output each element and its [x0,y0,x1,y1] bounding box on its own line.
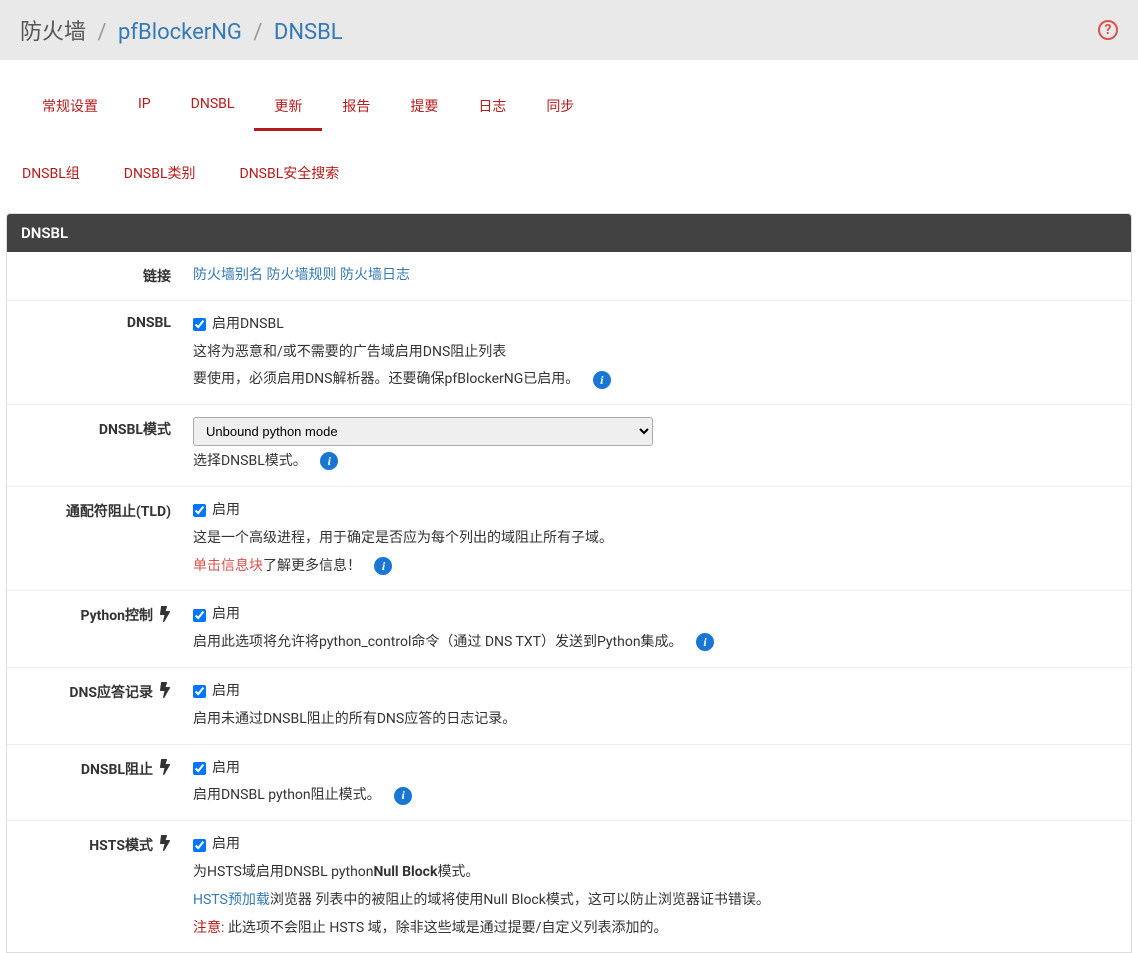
info-icon[interactable]: i [374,557,392,575]
tab-dnsbl[interactable]: DNSBL [171,84,255,131]
info-icon[interactable]: i [696,633,714,651]
bolt-icon [159,759,171,775]
row-tld: 通配符阻止(TLD) 启用 这是一个高级进程，用于确定是否应为每个列出的域阻止所… [7,487,1131,591]
bolt-icon [159,605,171,621]
row-dnsbl: DNSBL 启用DNSBL 这将为恶意和/或不需要的广告域启用DNS阻止列表 要… [7,301,1131,405]
help-dnsbl-block: 启用DNSBL python阻止模式。 i [193,784,1117,808]
label-links: 链接 [7,264,193,288]
tab-log[interactable]: 日志 [458,84,526,131]
help-hsts-note: 注意: 此选项不会阻止 HSTS 域，除非这些域是通过提要/自定义列表添加的。 [193,917,1117,941]
content-hsts: 启用 为HSTS域启用DNSBL pythonNull Block模式。 HST… [193,833,1117,940]
tab-general[interactable]: 常规设置 [22,84,118,131]
label-python: Python控制 [7,603,193,655]
subtab-dnsbl-group[interactable]: DNSBL组 [22,153,100,193]
help-dnsbl-2: 要使用，必须启用DNS解析器。还要确保pfBlockerNG已启用。 i [193,368,1117,392]
content-python: 启用 启用此选项将允许将python_control命令（通过 DNS TXT）… [193,603,1117,655]
note-label: 注意: [193,920,224,936]
label-hsts: HSTS模式 [7,833,193,940]
checkbox-tld-enable-label: 启用 [212,499,240,523]
tab-sync[interactable]: 同步 [526,84,594,131]
link-firewall-alias[interactable]: 防火墙别名 [193,267,263,283]
panel-header: DNSBL [7,214,1131,252]
help-python: 启用此选项将允许将python_control命令（通过 DNS TXT）发送到… [193,631,1117,655]
row-python: Python控制 启用 启用此选项将允许将python_control命令（通过… [7,591,1131,668]
label-mode: DNSBL模式 [7,417,193,474]
help-hsts-2: HSTS预加载浏览器 列表中的被阻止的域将使用Null Block模式，这可以防… [193,889,1117,913]
help-tld-2: 单击信息块了解更多信息！ i [193,555,1117,579]
checkbox-python-enable[interactable]: 启用 [193,603,1117,627]
checkbox-dnsbl-enable[interactable]: 启用DNSBL [193,313,1117,337]
breadcrumb: 防火墙 / pfBlockerNG / DNSBL [20,14,343,46]
label-tld: 通配符阻止(TLD) [7,499,193,578]
help-hsts-1: 为HSTS域启用DNSBL pythonNull Block模式。 [193,861,1117,885]
info-icon[interactable]: i [320,452,338,470]
help-dns-reply: 启用未通过DNSBL阻止的所有DNS应答的日志记录。 [193,708,1117,732]
row-hsts: HSTS模式 启用 为HSTS域启用DNSBL pythonNull Block… [7,821,1131,952]
checkbox-python-enable-input[interactable] [193,609,206,622]
subtab-dnsbl-safesearch[interactable]: DNSBL安全搜索 [240,153,360,193]
content-links: 防火墙别名 防火墙规则 防火墙日志 [193,264,1117,288]
breadcrumb-sep: / [97,20,106,45]
bolt-icon [159,835,171,851]
checkbox-dnsbl-block-enable-label: 启用 [212,757,240,781]
label-dnsbl-block: DNSBL阻止 [7,757,193,809]
help-icon[interactable]: ? [1098,20,1118,40]
link-firewall-log[interactable]: 防火墙日志 [340,267,410,283]
content-dns-reply: 启用 启用未通过DNSBL阻止的所有DNS应答的日志记录。 [193,680,1117,732]
checkbox-dnsbl-enable-input[interactable] [193,318,206,331]
checkbox-hsts-enable[interactable]: 启用 [193,833,1117,857]
select-dnsbl-mode[interactable]: Unbound python mode [193,417,653,446]
red-link-info: 单击信息块 [193,558,263,574]
info-icon[interactable]: i [394,787,412,805]
breadcrumb-link-pfblockerng[interactable]: pfBlockerNG [118,20,242,45]
checkbox-dns-reply-enable-label: 启用 [212,680,240,704]
checkbox-dns-reply-enable[interactable]: 启用 [193,680,1117,704]
row-links: 链接 防火墙别名 防火墙规则 防火墙日志 [7,252,1131,301]
tab-report[interactable]: 报告 [322,84,390,131]
breadcrumb-sep: / [253,20,262,45]
checkbox-tld-enable[interactable]: 启用 [193,499,1117,523]
link-hsts-preload[interactable]: HSTS预加载 [193,892,270,908]
breadcrumb-link-dnsbl[interactable]: DNSBL [274,20,343,45]
panel-body: 链接 防火墙别名 防火墙规则 防火墙日志 DNSBL 启用DNSBL 这将为恶意… [7,252,1131,952]
content-dnsbl-block: 启用 启用DNSBL python阻止模式。 i [193,757,1117,809]
breadcrumb-root: 防火墙 [20,20,86,45]
tab-update[interactable]: 更新 [254,84,322,131]
subtab-dnsbl-category[interactable]: DNSBL类别 [124,153,216,193]
row-dnsbl-block: DNSBL阻止 启用 启用DNSBL python阻止模式。 i [7,745,1131,822]
sub-tabs: DNSBL组 DNSBL类别 DNSBL安全搜索 [0,131,1138,213]
content-dnsbl: 启用DNSBL 这将为恶意和/或不需要的广告域启用DNS阻止列表 要使用，必须启… [193,313,1117,392]
label-dns-reply: DNS应答记录 [7,680,193,732]
checkbox-tld-enable-input[interactable] [193,504,206,517]
help-dnsbl-1: 这将为恶意和/或不需要的广告域启用DNS阻止列表 [193,341,1117,365]
label-dnsbl: DNSBL [7,313,193,392]
content-mode: Unbound python mode 选择DNSBL模式。 i [193,417,1117,474]
checkbox-dnsbl-enable-label: 启用DNSBL [212,313,284,337]
content-tld: 启用 这是一个高级进程，用于确定是否应为每个列出的域阻止所有子域。 单击信息块了… [193,499,1117,578]
checkbox-python-enable-label: 启用 [212,603,240,627]
row-dns-reply: DNS应答记录 启用 启用未通过DNSBL阻止的所有DNS应答的日志记录。 [7,668,1131,745]
help-mode: 选择DNSBL模式。 i [193,450,1117,474]
tab-ip[interactable]: IP [118,84,171,131]
checkbox-dnsbl-block-enable-input[interactable] [193,762,206,775]
dnsbl-panel: DNSBL 链接 防火墙别名 防火墙规则 防火墙日志 DNSBL 启用DNSBL… [6,213,1132,953]
checkbox-hsts-enable-label: 启用 [212,833,240,857]
checkbox-hsts-enable-input[interactable] [193,839,206,852]
help-tld-1: 这是一个高级进程，用于确定是否应为每个列出的域阻止所有子域。 [193,527,1117,551]
link-firewall-rules[interactable]: 防火墙规则 [266,267,336,283]
bolt-icon [159,682,171,698]
main-tabs: 常规设置 IP DNSBL 更新 报告 提要 日志 同步 [0,60,1138,131]
tab-feed[interactable]: 提要 [390,84,458,131]
row-mode: DNSBL模式 Unbound python mode 选择DNSBL模式。 i [7,405,1131,487]
breadcrumb-bar: 防火墙 / pfBlockerNG / DNSBL ? [0,0,1138,60]
checkbox-dnsbl-block-enable[interactable]: 启用 [193,757,1117,781]
checkbox-dns-reply-enable-input[interactable] [193,685,206,698]
info-icon[interactable]: i [593,371,611,389]
